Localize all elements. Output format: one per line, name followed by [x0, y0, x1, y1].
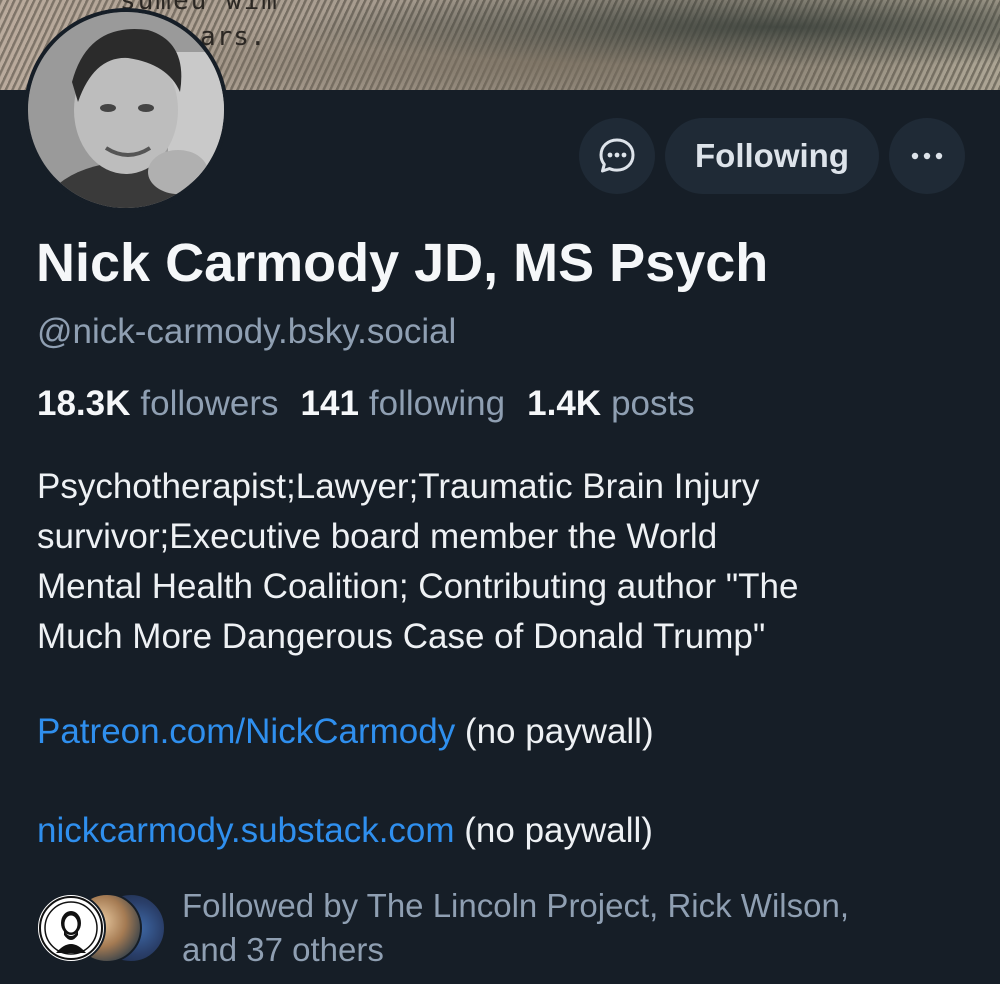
substack-line: nickcarmody.substack.com (no paywall): [37, 811, 653, 851]
bio-line: Psychotherapist;Lawyer;Traumatic Brain I…: [37, 467, 760, 506]
banner-text: ars.: [200, 22, 267, 52]
followers-stat[interactable]: 18.3K followers: [37, 384, 279, 424]
avatar-photo: [28, 12, 224, 208]
profile-bio: Psychotherapist;Lawyer;Traumatic Brain I…: [37, 462, 977, 662]
posts-label: posts: [611, 384, 695, 423]
display-name: Nick Carmody JD, MS Psych: [36, 233, 769, 293]
following-button[interactable]: Following: [665, 118, 879, 194]
known-followers-avatars[interactable]: [36, 893, 166, 963]
bio-line: survivor;Executive board member the Worl…: [37, 517, 718, 556]
profile-stats: 18.3K followers 141 following 1.4K posts: [37, 384, 717, 424]
patreon-link[interactable]: Patreon.com/NickCarmody: [37, 712, 455, 751]
posts-stat: 1.4K posts: [527, 384, 695, 424]
patreon-line: Patreon.com/NickCarmody (no paywall): [37, 712, 654, 752]
following-stat[interactable]: 141 following: [301, 384, 506, 424]
followers-label: followers: [140, 384, 279, 423]
bio-line: Mental Health Coalition; Contributing au…: [37, 567, 799, 606]
followed-by-line1: Followed by The Lincoln Project, Rick Wi…: [182, 887, 849, 924]
substack-link[interactable]: nickcarmody.substack.com: [37, 811, 455, 850]
bio-line: Much More Dangerous Case of Donald Trump…: [37, 617, 766, 656]
following-label: following: [368, 384, 506, 423]
following-count: 141: [300, 384, 359, 423]
posts-count: 1.4K: [527, 384, 602, 423]
patreon-suffix: (no paywall): [455, 712, 654, 751]
profile-page: sumeu wim ars. Following Nick Carmody JD…: [0, 0, 1000, 984]
follower-avatar-lincoln-project: [36, 893, 106, 963]
substack-suffix: (no paywall): [454, 811, 653, 850]
lincoln-portrait-icon: [39, 896, 103, 960]
chat-bubble-icon: [599, 138, 635, 173]
avatar-photo-art: [28, 12, 224, 208]
profile-avatar[interactable]: [24, 8, 228, 212]
followers-count: 18.3K: [37, 384, 131, 423]
ellipsis-icon: [911, 152, 943, 160]
followed-by-text[interactable]: Followed by The Lincoln Project, Rick Wi…: [182, 884, 849, 972]
followed-by-line2: and 37 others: [182, 931, 384, 968]
profile-handle: @nick-carmody.bsky.social: [37, 312, 457, 351]
message-button[interactable]: [579, 118, 655, 194]
more-options-button[interactable]: [889, 118, 965, 194]
